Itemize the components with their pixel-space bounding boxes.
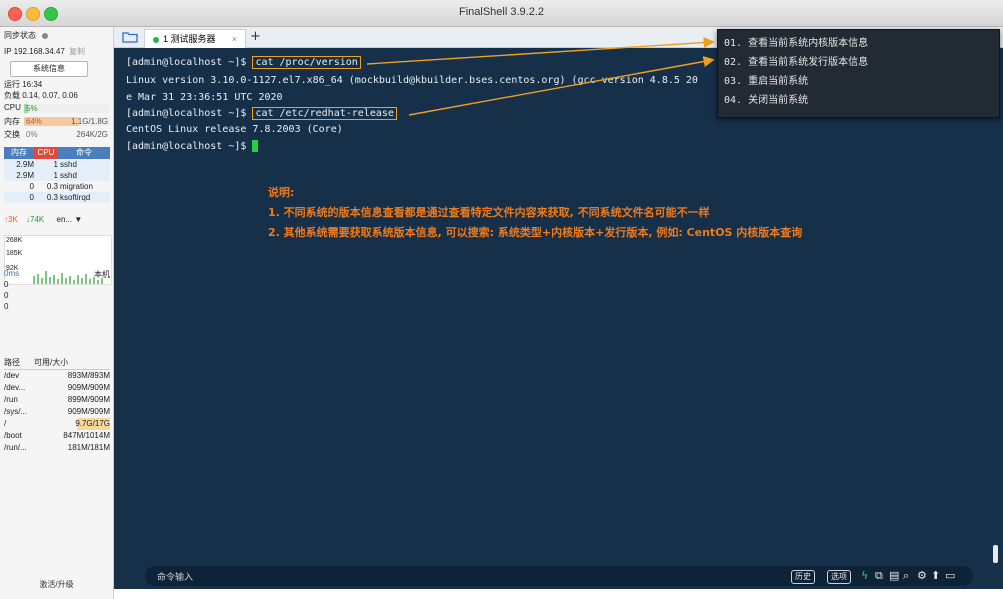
latency-value: 0 [4,302,9,311]
load-average: 负载 0.14, 0.07, 0.06 [4,91,78,100]
terminal-line: [admin@localhost ~]$ cat /proc/version [126,56,361,69]
window-icon[interactable]: ▭ [945,569,955,583]
cpu-value: 5% [26,104,38,113]
cpu-row: CPU [4,103,21,112]
mem-row: 内存 [4,116,20,127]
window-title: FinalShell 3.9.2.2 [459,6,544,18]
latency-row: 0ms 本机 [4,269,110,279]
mem-label: 内存 [4,117,20,126]
arrow-up-icon[interactable]: ⬆ [931,569,940,583]
new-tab-icon[interactable]: + [250,29,261,44]
disk-header-path: 路径 [4,358,20,367]
command-input-label: 命令输入 [157,572,194,582]
net-up: ↑3K [4,215,18,224]
process-table: 内存 CPU 命令 2.9M 1 sshd 2.9M 1 sshd 0 0.3 … [4,147,110,203]
chevron-down-icon[interactable]: ▼ [74,215,82,224]
terminal-line: Linux version 3.10.0-1127.el7.x86_64 (mo… [126,75,698,86]
ip-address: IP 192.168.34.47 复制 [4,46,85,57]
table-row[interactable]: /dev... 909M/909M [4,382,110,394]
terminal[interactable]: [admin@localhost ~]$ cat /proc/version L… [114,48,1003,589]
sync-status-label: 同步状态 [4,31,36,40]
mem-percent: 64% [26,117,43,126]
net-interface-select[interactable]: en... [57,215,73,224]
disk-table-header: 路径 可用/大小 [4,357,110,370]
proc-header-cpu[interactable]: CPU [34,147,58,159]
menu-item-shutdown[interactable]: 04. 关闭当前系统 [724,91,808,106]
cpu-label: CPU [4,103,21,112]
gear-icon[interactable]: ⚙ [917,569,927,583]
proc-header-mem[interactable]: 内存 [4,147,34,159]
terminal-line: CentOS Linux release 7.8.2003 (Core) [126,124,343,135]
sync-dot-icon [42,32,49,39]
menu-item-reboot[interactable]: 03. 重启当前系统 [724,72,808,87]
terminal-line: [admin@localhost ~]$ cat /etc/redhat-rel… [126,107,397,120]
latency-host: 本机 [94,270,110,279]
latency-label: 0ms [4,269,20,278]
highlighted-command: cat /proc/version [252,56,361,69]
table-row[interactable]: 2.9M 1 sshd [4,170,110,181]
search-icon[interactable]: ⌕ [903,569,909,583]
note-line: 1. 不同系统的版本信息查看都是通过查看特定文件内容来获取, 不同系统文件名可能… [268,206,710,219]
history-button[interactable]: 历史 [791,570,815,584]
table-row[interactable]: / 9.7G/17G [4,418,110,430]
disk-table: 路径 可用/大小 /dev 893M/893M /dev... 909M/909… [4,357,110,454]
network-row: ↑3K ↓74K en... ▼ [4,215,82,224]
table-row[interactable]: /boot 847M/1014M [4,430,110,442]
paste-icon[interactable]: ▤ [889,569,899,583]
uptime: 运行 16:34 [4,80,43,89]
menu-item-release-version[interactable]: 02. 查看当前系统发行版本信息 [724,53,868,68]
terminal-line: e Mar 31 23:36:51 UTC 2020 [126,92,283,103]
terminal-cursor [252,140,259,152]
copy-ip-button[interactable]: 复制 [69,47,85,56]
sidebar: 同步状态 IP 192.168.34.47 复制 系统信息 运行 16:34 负… [0,27,114,599]
note-line: 2. 其他系统需要获取系统版本信息, 可以搜索: 系统类型+内核版本+发行版本,… [268,226,803,239]
latency-value: 0 [4,280,9,289]
table-row[interactable]: 0 0.3 migration [4,181,110,192]
mem-value: 1.1G/1.8G [71,117,108,126]
swap-row: 交换 [4,129,20,140]
terminal-line: [admin@localhost ~]$ [126,140,259,152]
note-heading: 说明: [268,186,295,199]
tab-test-server[interactable]: 1 测试服务器 × [144,29,246,48]
highlighted-command: cat /etc/redhat-release [252,107,397,120]
net-down: ↓74K [26,215,45,224]
table-row[interactable]: /run 899M/909M [4,394,110,406]
swap-percent: 0% [26,130,38,139]
table-row[interactable]: /sys/... 909M/909M [4,406,110,418]
folder-icon[interactable] [122,31,138,43]
table-row[interactable]: /run/... 181M/181M [4,442,110,454]
copy-icon[interactable]: ⧉ [875,569,883,583]
tab-label: 1 测试服务器 [163,34,216,44]
connected-dot-icon [153,36,159,43]
close-icon[interactable]: × [232,30,237,48]
lightning-icon[interactable]: ϟ [861,569,868,583]
swap-label: 交换 [4,130,20,139]
table-row[interactable]: /dev 893M/893M [4,370,110,382]
mem-meter: 64% 1.1G/1.8G [24,117,110,126]
system-info-button[interactable]: 系统信息 [10,61,88,77]
options-button[interactable]: 选项 [827,570,851,584]
sync-status: 同步状态 [4,30,49,41]
command-input-bar[interactable]: 命令输入 历史 选项 ϟ ⧉ ▤ ⌕ ⚙ ⬆ ▭ [145,566,973,586]
title-bar: FinalShell 3.9.2.2 [0,0,1003,27]
cpu-meter: 5% [24,104,110,113]
table-row[interactable]: 2.9M 1 sshd [4,159,110,170]
activate-upgrade-link[interactable]: 激活/升级 [0,579,113,590]
table-row[interactable]: 0 0.3 ksoftirqd [4,192,110,203]
process-table-header: 内存 CPU 命令 [4,147,110,159]
terminal-scrollbar[interactable] [993,545,998,563]
proc-header-cmd[interactable]: 命令 [58,147,110,159]
latency-value: 0 [4,291,9,300]
swap-meter: 0% 264K/2G [24,130,110,139]
quick-command-menu: 01. 查看当前系统内核版本信息 02. 查看当前系统发行版本信息 03. 重启… [717,29,1000,118]
disk-header-size: 可用/大小 [34,358,69,367]
swap-value: 264K/2G [76,130,108,139]
ip-label: IP 192.168.34.47 [4,47,65,56]
menu-item-kernel-version[interactable]: 01. 查看当前系统内核版本信息 [724,34,868,49]
